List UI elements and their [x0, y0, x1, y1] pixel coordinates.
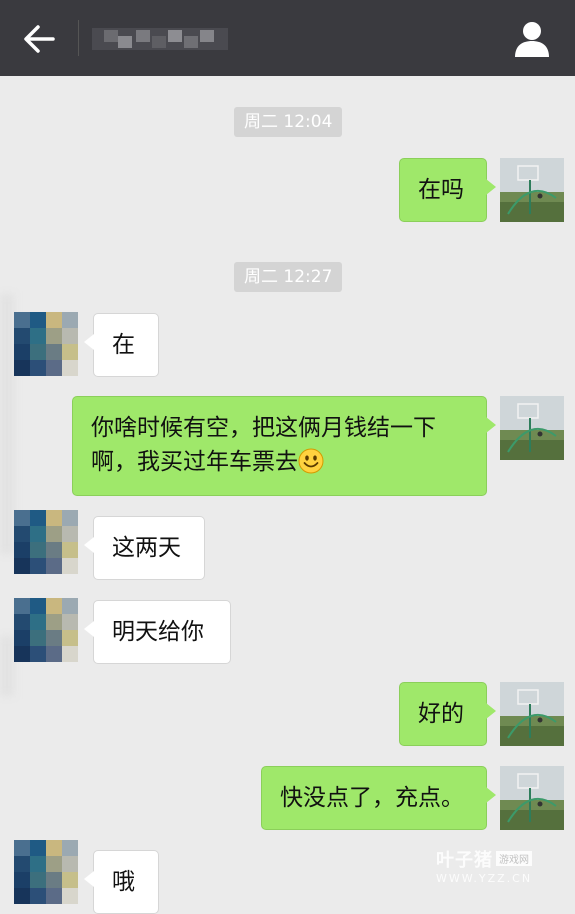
message-line: 你啥时候有空，把这俩月钱结一下 [91, 415, 436, 441]
timestamp: 周二 12:27 [234, 262, 343, 292]
sent-message-bubble[interactable]: 快没点了，充点。 [261, 766, 496, 830]
contact-name-pixelated [92, 28, 228, 50]
arrow-left-icon[interactable] [22, 24, 56, 54]
sent-message-bubble[interactable]: 你啥时候有空，把这俩月钱结一下 啊，我买过年车票去 [72, 396, 496, 496]
person-icon[interactable] [512, 20, 552, 58]
received-message-bubble[interactable]: 哦 [84, 850, 159, 914]
left-edge-blur [0, 294, 14, 554]
chat-area[interactable]: 周二 12:04 在吗 周二 12:27 在 你啥时候有空，把这俩月钱结一下 啊… [0, 76, 575, 914]
received-message-bubble[interactable]: 这两天 [84, 516, 205, 580]
received-message-bubble[interactable]: 明天给你 [84, 600, 231, 664]
my-avatar[interactable] [500, 158, 564, 222]
watermark-url: WWW.YZZ.CN [436, 872, 533, 885]
my-avatar[interactable] [500, 766, 564, 830]
my-avatar[interactable] [500, 396, 564, 460]
timestamp: 周二 12:04 [234, 107, 343, 137]
contact-avatar[interactable] [14, 598, 78, 662]
contact-avatar[interactable] [14, 840, 78, 904]
message-line: 啊，我买过年车票去 [91, 445, 468, 479]
smile-emoji-icon [298, 448, 324, 474]
chat-header [0, 0, 575, 76]
my-avatar[interactable] [500, 682, 564, 746]
contact-avatar[interactable] [14, 312, 78, 376]
site-watermark: 叶子猪 游戏网 WWW.YZZ.CN [436, 846, 556, 886]
sent-message-bubble[interactable]: 好的 [399, 682, 496, 746]
contact-avatar[interactable] [14, 510, 78, 574]
watermark-main: 叶子猪 游戏网 [436, 846, 556, 872]
left-edge-blur [0, 636, 14, 696]
header-divider [78, 20, 79, 56]
received-message-bubble[interactable]: 在 [84, 313, 159, 377]
sent-message-bubble[interactable]: 在吗 [399, 158, 496, 222]
